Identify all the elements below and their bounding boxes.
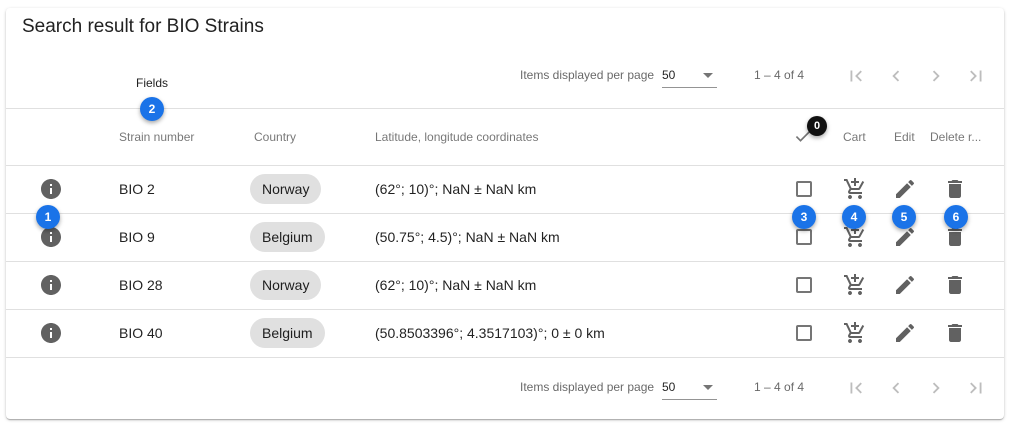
edit-icon[interactable] xyxy=(893,261,917,309)
chevron-right-icon xyxy=(932,382,940,394)
last-page-button[interactable] xyxy=(960,372,992,404)
page-size-select[interactable]: 50 xyxy=(662,60,717,88)
first-page-button[interactable] xyxy=(840,372,872,404)
delete-icon[interactable] xyxy=(943,309,967,357)
coordinates-cell: (50.75°; 4.5)°; NaN ± NaN km xyxy=(375,229,560,245)
paginator-bottom: Items displayed per page 50 1 – 4 of 4 xyxy=(6,368,1004,408)
chevron-left-icon xyxy=(892,382,900,394)
page-size-value: 50 xyxy=(662,68,676,82)
column-header-edit: Edit xyxy=(894,130,915,144)
last-page-button[interactable] xyxy=(960,60,992,92)
coordinates-cell: (62°; 10)°; NaN ± NaN km xyxy=(375,277,537,293)
dropdown-arrow-icon xyxy=(703,73,713,78)
row-checkbox[interactable] xyxy=(796,261,812,309)
table-row: BIO 40 Belgium (50.8503396°; 4.3517103)°… xyxy=(6,309,1004,357)
callout-badge-4: 4 xyxy=(842,205,866,229)
table-row: BIO 28 Norway (62°; 10)°; NaN ± NaN km xyxy=(6,261,1004,309)
page-size-select[interactable]: 50 xyxy=(662,372,717,400)
selected-count-badge: 0 xyxy=(807,116,827,136)
column-header-country[interactable]: Country xyxy=(254,130,296,144)
first-page-button[interactable] xyxy=(840,60,872,92)
divider xyxy=(6,357,1004,358)
strain-number-cell: BIO 9 xyxy=(119,229,155,245)
page-range-label: 1 – 4 of 4 xyxy=(754,68,805,82)
next-page-button[interactable] xyxy=(920,60,952,92)
fields-label: Fields xyxy=(136,76,169,90)
previous-page-button[interactable] xyxy=(880,60,912,92)
country-chip: Norway xyxy=(250,270,322,300)
add-to-cart-icon[interactable] xyxy=(843,261,867,309)
page-title: Search result for BIO Strains xyxy=(22,16,264,37)
next-page-button[interactable] xyxy=(920,372,952,404)
column-header-cart: Cart xyxy=(843,130,866,144)
country-cell: Belgium xyxy=(250,309,325,357)
strain-number-cell: BIO 28 xyxy=(119,277,163,293)
callout-badge-3: 3 xyxy=(792,205,816,229)
last-page-icon xyxy=(970,70,982,82)
delete-icon[interactable] xyxy=(943,261,967,309)
callout-badge-6: 6 xyxy=(944,205,968,229)
first-page-icon xyxy=(850,70,862,82)
callout-badge-1: 1 xyxy=(36,205,60,229)
page-size-value: 50 xyxy=(662,380,676,394)
column-header-strain-number[interactable]: Strain number xyxy=(119,130,194,144)
previous-page-button[interactable] xyxy=(880,372,912,404)
info-icon[interactable] xyxy=(39,261,63,309)
strain-number-cell: BIO 2 xyxy=(119,181,155,197)
coordinates-cell: (50.8503396°; 4.3517103)°; 0 ± 0 km xyxy=(375,325,605,341)
country-chip: Belgium xyxy=(250,318,325,348)
last-page-icon xyxy=(970,382,982,394)
page-range-label: 1 – 4 of 4 xyxy=(754,380,805,394)
info-icon[interactable] xyxy=(39,309,63,357)
country-cell: Belgium xyxy=(250,213,325,261)
first-page-icon xyxy=(850,382,862,394)
callout-badge-2: 2 xyxy=(140,97,164,121)
row-checkbox[interactable] xyxy=(796,309,812,357)
column-header-delete: Delete r... xyxy=(930,130,982,144)
country-chip: Belgium xyxy=(250,222,325,252)
add-to-cart-icon[interactable] xyxy=(843,309,867,357)
coordinates-cell: (62°; 10)°; NaN ± NaN km xyxy=(375,181,537,197)
results-card: Search result for BIO Strains Items disp… xyxy=(6,8,1004,419)
country-cell: Norway xyxy=(250,165,322,213)
strain-number-cell: BIO 40 xyxy=(119,325,163,341)
edit-icon[interactable] xyxy=(893,309,917,357)
callout-badge-5: 5 xyxy=(892,205,916,229)
column-header-coordinates[interactable]: Latitude, longitude coordinates xyxy=(375,130,538,144)
page-size-label: Items displayed per page xyxy=(520,68,655,82)
chevron-right-icon xyxy=(932,70,940,82)
country-chip: Norway xyxy=(250,174,322,204)
country-cell: Norway xyxy=(250,261,322,309)
chevron-left-icon xyxy=(892,70,900,82)
dropdown-arrow-icon xyxy=(703,385,713,390)
page-size-label: Items displayed per page xyxy=(520,380,655,394)
